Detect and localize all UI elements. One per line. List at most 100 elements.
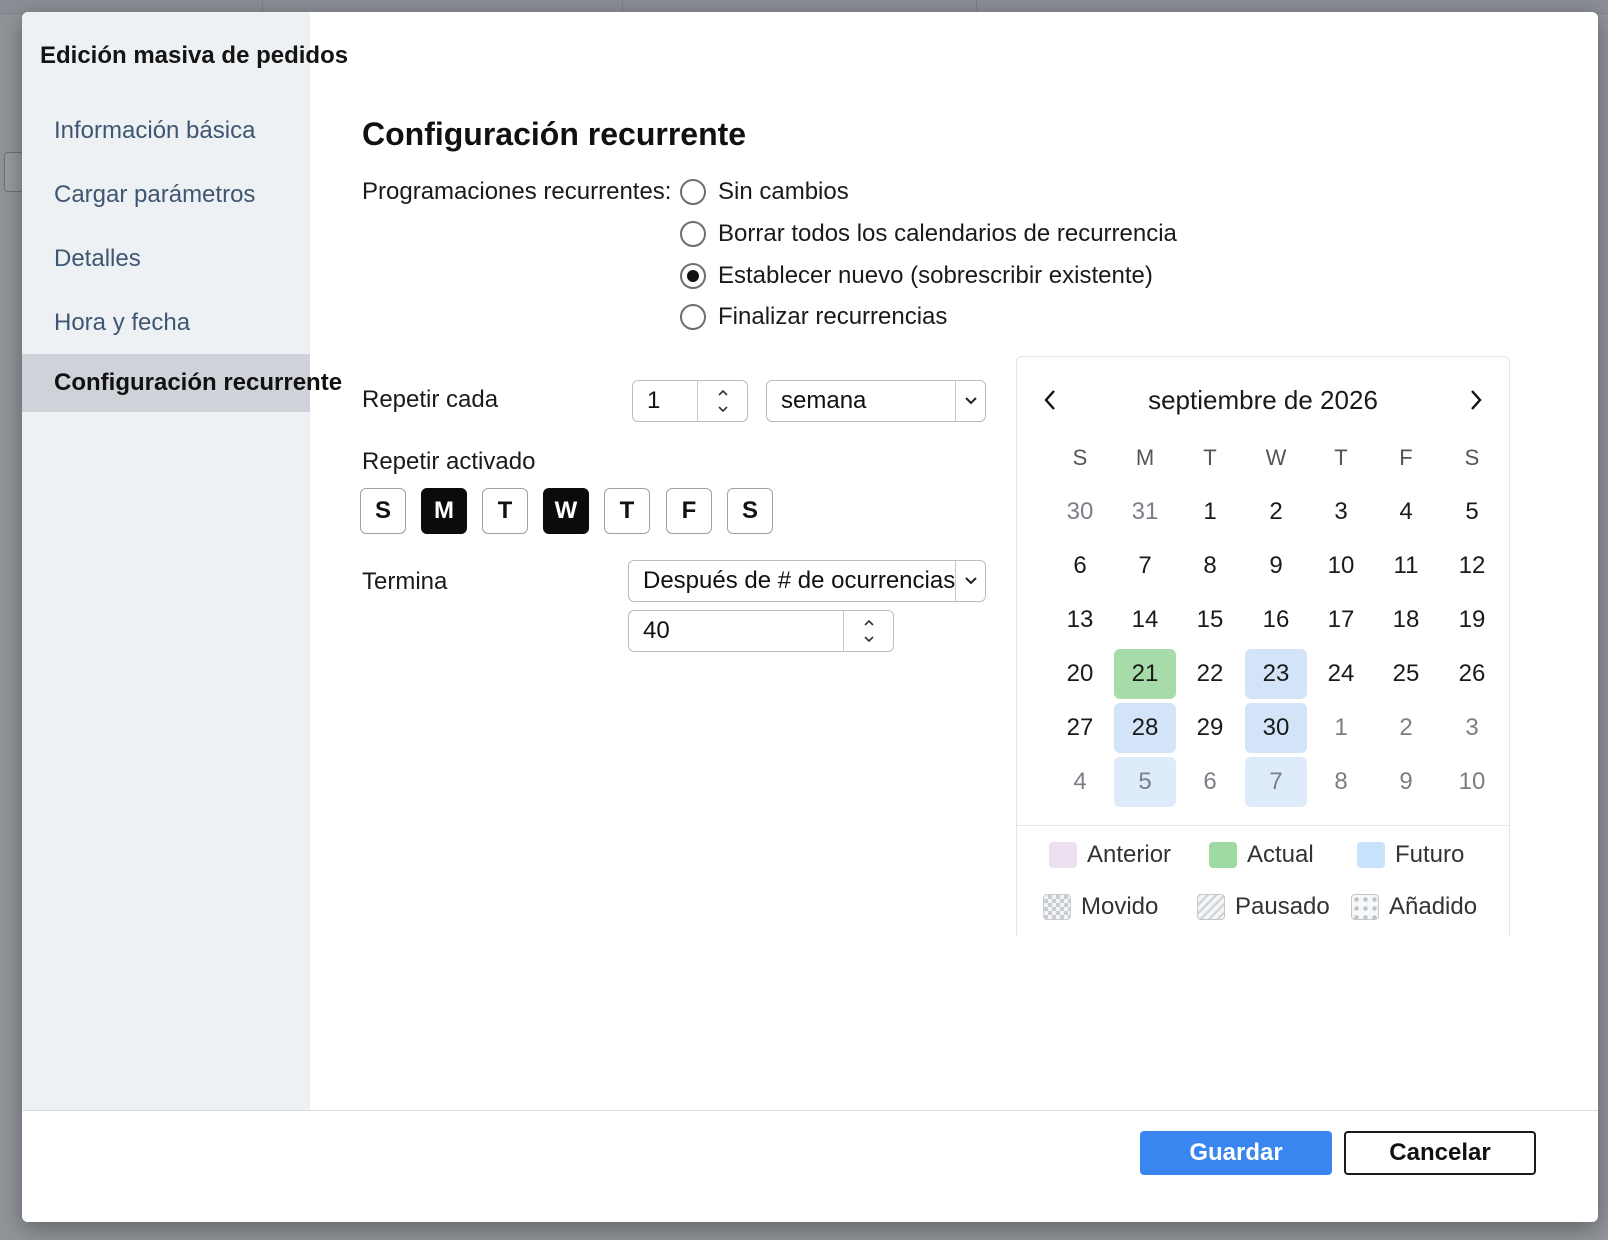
calendar-day[interactable]: 6 — [1179, 757, 1241, 807]
calendar-day[interactable]: 31 — [1114, 487, 1176, 537]
calendar-day[interactable]: 10 — [1441, 757, 1503, 807]
calendar-day[interactable]: 5 — [1441, 487, 1503, 537]
save-button[interactable]: Guardar — [1140, 1131, 1332, 1175]
calendar-day[interactable]: 5 — [1114, 757, 1176, 807]
weekday-header: T — [1334, 445, 1348, 470]
calendar-day[interactable]: 15 — [1179, 595, 1241, 645]
weekday-toggle-saturday[interactable]: S — [727, 488, 773, 534]
calendar-day[interactable]: 2 — [1375, 703, 1437, 753]
calendar-day[interactable]: 1 — [1310, 703, 1372, 753]
weekday-header: M — [1135, 445, 1155, 470]
previous-swatch-icon — [1049, 842, 1077, 868]
ends-mode-select[interactable]: Después de # de ocurrencias — [628, 560, 986, 602]
stepper-arrows[interactable] — [697, 381, 747, 421]
calendar-day[interactable]: 18 — [1375, 595, 1437, 645]
calendar-day[interactable]: 11 — [1375, 541, 1437, 591]
radio-label: Borrar todos los calendarios de recurren… — [718, 220, 1177, 247]
legend-item-current: Actual — [1209, 841, 1314, 869]
legend-label: Añadido — [1389, 893, 1478, 920]
repeat-interval-stepper[interactable]: 1 — [632, 380, 748, 422]
sidebar-item-recurring[interactable]: Configuración recurrente — [22, 354, 342, 412]
calendar-day[interactable]: 9 — [1375, 757, 1437, 807]
cancel-button[interactable]: Cancelar — [1344, 1131, 1536, 1175]
radio-set-new-overwrite[interactable]: Establecer nuevo (sobrescribir existente… — [680, 260, 1153, 292]
calendar-day[interactable]: 28 — [1114, 703, 1176, 753]
sidebar-item-details[interactable]: Detalles — [22, 230, 310, 288]
occurrences-stepper[interactable]: 40 — [628, 610, 894, 652]
repeat-unit-value: semana — [781, 387, 867, 414]
calendar-day[interactable]: 3 — [1310, 487, 1372, 537]
chevron-down-icon — [955, 561, 985, 601]
calendar-day[interactable]: 16 — [1245, 595, 1307, 645]
up-down-chevron-icon — [717, 389, 728, 413]
calendar-day[interactable]: 7 — [1114, 541, 1176, 591]
calendar-day[interactable]: 7 — [1245, 757, 1307, 807]
calendar-day[interactable]: 25 — [1375, 649, 1437, 699]
radio-icon — [680, 179, 706, 205]
calendar-day[interactable]: 14 — [1114, 595, 1176, 645]
bulk-edit-dialog: Edición masiva de pedidos Información bá… — [22, 12, 1598, 1222]
calendar-day[interactable]: 2 — [1245, 487, 1307, 537]
calendar-day[interactable]: 8 — [1179, 541, 1241, 591]
repeat-every-label: Repetir cada — [362, 386, 499, 413]
weekday-header: S — [1464, 445, 1480, 470]
calendar-day[interactable]: 26 — [1441, 649, 1503, 699]
weekday-toggle-tuesday[interactable]: T — [482, 488, 528, 534]
legend-label: Futuro — [1395, 841, 1465, 868]
radio-icon — [680, 304, 706, 330]
legend-label: Anterior — [1087, 841, 1172, 868]
stepper-arrows[interactable] — [843, 611, 893, 651]
sidebar-item-basic-info[interactable]: Información básica — [22, 102, 310, 160]
calendar-day[interactable]: 24 — [1310, 649, 1372, 699]
calendar-day[interactable]: 23 — [1245, 649, 1307, 699]
weekday-toggle-sunday[interactable]: S — [360, 488, 406, 534]
legend-label: Actual — [1247, 841, 1314, 868]
ends-label: Termina — [362, 568, 448, 595]
calendar-day[interactable]: 30 — [1049, 487, 1111, 537]
calendar-day[interactable]: 4 — [1375, 487, 1437, 537]
calendar-day[interactable]: 22 — [1179, 649, 1241, 699]
calendar-day[interactable]: 20 — [1049, 649, 1111, 699]
calendar-day[interactable]: 12 — [1441, 541, 1503, 591]
recurring-schedules-label: Programaciones recurrentes: — [362, 178, 672, 205]
calendar-day[interactable]: 19 — [1441, 595, 1503, 645]
calendar-day[interactable]: 1 — [1179, 487, 1241, 537]
calendar-day[interactable]: 6 — [1049, 541, 1111, 591]
calendar-month-label: septiembre de 2026 — [1148, 385, 1378, 415]
weekday-header: F — [1399, 445, 1413, 470]
dialog-title: Edición masiva de pedidos — [40, 42, 349, 69]
calendar-day[interactable]: 13 — [1049, 595, 1111, 645]
calendar-day[interactable]: 29 — [1179, 703, 1241, 753]
up-down-chevron-icon — [863, 619, 874, 643]
repeat-interval-value: 1 — [647, 387, 661, 414]
calendar-day[interactable]: 17 — [1310, 595, 1372, 645]
legend-item-added: Añadido — [1351, 893, 1477, 921]
legend-item-paused: Pausado — [1197, 893, 1330, 921]
radio-delete-all-schedules[interactable]: Borrar todos los calendarios de recurren… — [680, 218, 1177, 250]
future-swatch-icon — [1357, 842, 1385, 868]
calendar-day[interactable]: 9 — [1245, 541, 1307, 591]
radio-label: Establecer nuevo (sobrescribir existente… — [718, 262, 1153, 289]
calendar-day[interactable]: 3 — [1441, 703, 1503, 753]
current-swatch-icon — [1209, 842, 1237, 868]
sidebar-item-time-date[interactable]: Hora y fecha — [22, 294, 310, 352]
weekday-toggle-friday[interactable]: F — [666, 488, 712, 534]
repeat-unit-select[interactable]: semana — [766, 380, 986, 422]
weekday-toggle-monday[interactable]: M — [421, 488, 467, 534]
sidebar-item-load-params[interactable]: Cargar parámetros — [22, 166, 310, 224]
calendar-day[interactable]: 27 — [1049, 703, 1111, 753]
chevron-right-icon[interactable] — [1461, 385, 1491, 415]
radio-no-changes[interactable]: Sin cambios — [680, 176, 849, 208]
weekday-header: T — [1203, 445, 1217, 470]
calendar-day[interactable]: 8 — [1310, 757, 1372, 807]
calendar-day[interactable]: 4 — [1049, 757, 1111, 807]
calendar-day[interactable]: 10 — [1310, 541, 1372, 591]
hatched-swatch-icon — [1197, 894, 1225, 920]
weekday-header: S — [1072, 445, 1088, 470]
calendar-day[interactable]: 21 — [1114, 649, 1176, 699]
weekday-toggle-thursday[interactable]: T — [604, 488, 650, 534]
calendar-preview: septiembre de 2026 S M T W T F S 30 31 1 2 3 4 5 6 7 8 9 1… — [1016, 356, 1510, 936]
calendar-day[interactable]: 30 — [1245, 703, 1307, 753]
radio-end-recurrences[interactable]: Finalizar recurrencias — [680, 301, 947, 333]
weekday-toggle-wednesday[interactable]: W — [543, 488, 589, 534]
